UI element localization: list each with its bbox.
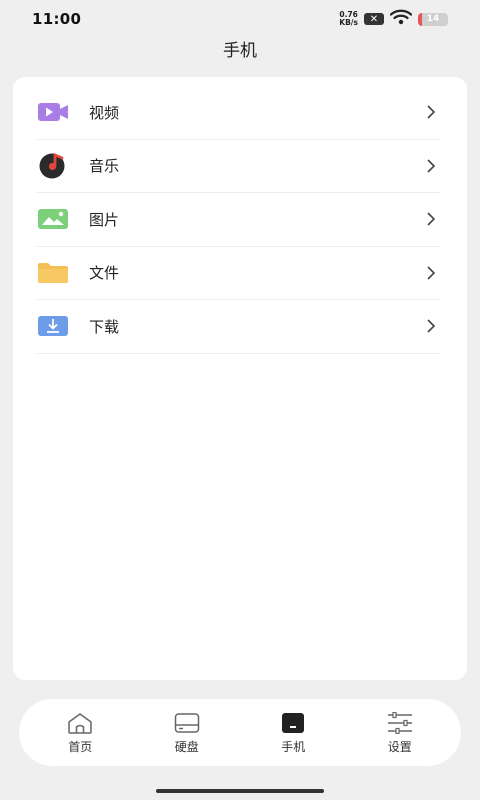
nav-label: 首页 [68,739,93,754]
chevron-right-icon [421,156,441,176]
nav-label: 手机 [281,739,306,754]
list-item-label: 下载 [89,317,120,336]
network-speed-unit: KB/s [339,18,358,27]
nav-item-disk[interactable]: 硬盘 [147,705,227,761]
no-sim-icon: ✕ [364,13,384,25]
nav-item-settings[interactable]: 设置 [360,705,440,761]
list-item-video[interactable]: 视频 [37,86,441,140]
battery-icon: 14 [418,12,448,26]
battery-level-fill [418,12,423,26]
nav-label: 设置 [387,739,412,754]
chevron-right-icon [421,316,441,336]
status-time: 11:00 [32,10,82,28]
page-title: 手机 [223,41,257,61]
disk-icon [173,711,201,735]
chevron-right-icon [421,263,441,283]
home-indicator[interactable] [156,789,324,793]
chevron-right-icon [421,209,441,229]
nav-item-phone[interactable]: 手机 [253,705,333,761]
status-bar: 11:00 0.76 KB/s ✕ 14 [0,0,480,38]
category-card: 视频 音乐 图片 文件 下载 [13,77,467,680]
nav-label: 硬盘 [174,739,199,754]
video-icon [37,100,69,124]
settings-icon [386,711,414,735]
list-item-image[interactable]: 图片 [37,193,441,247]
music-icon [37,152,69,179]
battery-level: 14 [426,14,440,24]
network-speed: 0.76 KB/s [339,11,358,27]
list-item-downloads[interactable]: 下载 [37,300,441,354]
bottom-nav: 首页 硬盘 手机 设置 [19,699,461,766]
list-item-label: 文件 [89,264,120,283]
image-icon [37,207,69,231]
download-icon [37,314,69,338]
list-item-label: 图片 [89,210,120,229]
home-icon [66,711,94,735]
nav-item-home[interactable]: 首页 [40,705,120,761]
wifi-icon [389,9,413,29]
list-item-files[interactable]: 文件 [37,247,441,300]
list-item-music[interactable]: 音乐 [37,140,441,193]
list-item-label: 视频 [89,103,120,122]
status-icons: 0.76 KB/s ✕ 14 [339,9,448,29]
chevron-right-icon [421,102,441,122]
category-list: 视频 音乐 图片 文件 下载 [37,86,441,354]
list-item-label: 音乐 [89,157,120,176]
phone-icon [279,711,307,735]
folder-icon [37,261,69,285]
